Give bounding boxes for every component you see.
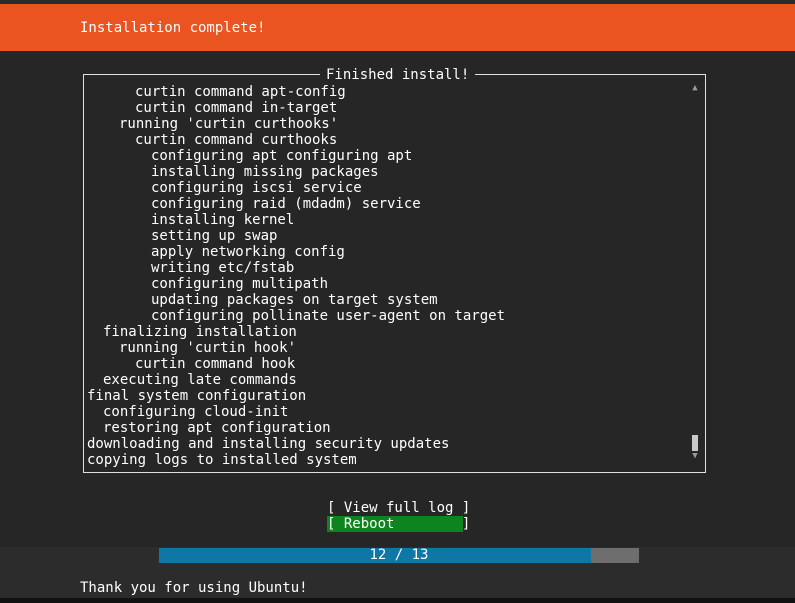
log-line: apply networking config	[151, 244, 345, 260]
log-line: configuring apt configuring apt	[151, 148, 413, 164]
log-line: writing etc/fstab	[151, 260, 295, 276]
log-line: configuring raid (mdadm) service	[151, 196, 421, 212]
log-line: configuring iscsi service	[151, 180, 362, 196]
log-line: configuring pollinate user-agent on targ…	[151, 308, 506, 324]
log-line: curtin command in-target	[135, 100, 338, 116]
log-line: installing missing packages	[151, 164, 379, 180]
footer-message: Thank you for using Ubuntu!	[80, 580, 308, 596]
progress-label: 12 / 13	[369, 547, 429, 563]
install-log-panel: Finished install! curtin command apt-con…	[83, 66, 706, 473]
up-arrow-icon[interactable]: ▲	[690, 83, 700, 93]
log-line: configuring multipath	[151, 276, 329, 292]
log-line: running 'curtin hook'	[119, 340, 297, 356]
log-scrollbar[interactable]: ▲ ▼	[691, 83, 699, 461]
log-line: restoring apt configuration	[103, 420, 331, 436]
view-full-log-button[interactable]: [ View full log ]	[327, 500, 470, 516]
log-line: finalizing installation	[103, 324, 297, 340]
log-panel-title: Finished install!	[320, 66, 476, 84]
scrollbar-thumb[interactable]	[692, 435, 698, 451]
log-line: copying logs to installed system	[87, 452, 357, 468]
log-line: configuring cloud-init	[103, 404, 289, 420]
log-line: setting up swap	[151, 228, 278, 244]
log-line: downloading and installing security upda…	[87, 436, 450, 452]
progress-bar: 12 / 13	[159, 548, 639, 563]
log-lines: curtin command apt-config curtin command …	[87, 84, 687, 468]
log-line: running 'curtin curthooks'	[119, 116, 339, 132]
log-line: curtin command hook	[135, 356, 296, 372]
log-line: final system configuration	[87, 388, 307, 404]
installer-screen: Installation complete! Finished install!…	[0, 0, 795, 603]
log-line: updating packages on target system	[151, 292, 438, 308]
header-bar: Installation complete!	[0, 4, 795, 51]
reboot-button[interactable]: [ Reboot ]	[327, 516, 470, 532]
bottom-strip	[0, 598, 795, 603]
page-title: Installation complete!	[80, 20, 266, 36]
log-line: curtin command apt-config	[135, 84, 346, 100]
log-line: curtin command curthooks	[135, 132, 338, 148]
log-line: executing late commands	[103, 372, 297, 388]
log-line: installing kernel	[151, 212, 295, 228]
down-arrow-icon[interactable]: ▼	[690, 451, 700, 461]
